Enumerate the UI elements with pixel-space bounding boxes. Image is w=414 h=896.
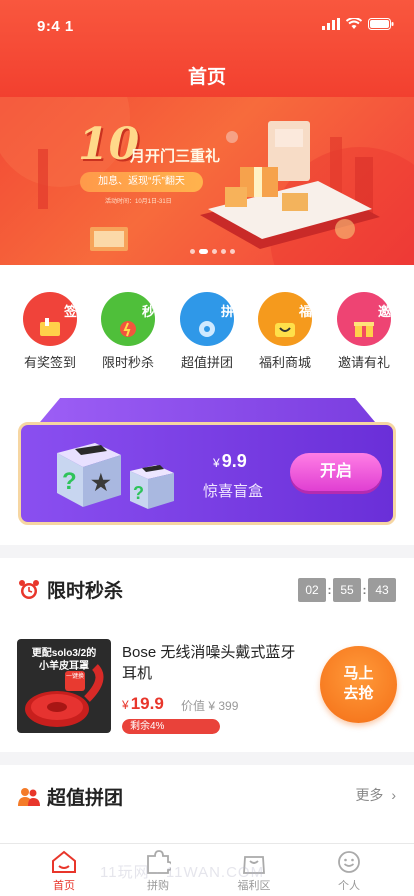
banner-illustration [0, 97, 414, 265]
tab-label: 首页 [53, 880, 75, 892]
stock-text: 剩余4% [130, 721, 165, 732]
product-name[interactable]: Bose 无线消噪头戴式蓝牙耳机 [122, 642, 308, 684]
chevron-right-icon: › [391, 787, 396, 803]
quick-link-label: 有奖签到 [23, 355, 76, 370]
flash-sale-header: 限时秒杀 [18, 576, 123, 603]
people-icon [18, 787, 40, 806]
welfare-mall-icon: 福利 [258, 292, 312, 346]
more-label: 更多 [355, 787, 384, 803]
pagination-dot [212, 249, 217, 254]
banner-pagination [190, 249, 235, 254]
status-time: 9:4 1 [37, 18, 74, 35]
home-icon [52, 850, 76, 873]
more-link[interactable]: 更多 › [355, 785, 396, 805]
quick-link-invite[interactable]: 邀请 邀请有礼 [327, 292, 401, 371]
currency-symbol: ¥ [122, 698, 129, 712]
smiley-icon [338, 851, 360, 873]
promo-banner[interactable]: 10 月开门三重礼 加息、返现“乐”翻天 活动时间：10月1日-31日 [0, 97, 414, 265]
quick-links: 签到 有奖签到 秒杀 限时秒杀 拼团 超值拼团 福利 福利商城 邀请 邀请有礼 [0, 265, 414, 380]
battery-icon [368, 18, 394, 30]
blind-box-price: ¥9.9 [213, 451, 247, 472]
tab-profile[interactable]: 个人 [314, 849, 384, 893]
svg-text:?: ? [62, 468, 77, 495]
tab-label: 福利区 [237, 880, 271, 892]
countdown-hours: 02 [298, 578, 326, 602]
group-buy-icon: 拼团 [180, 292, 234, 346]
quick-link-flash-sale[interactable]: 秒杀 限时秒杀 [91, 292, 165, 371]
status-bar: 9:4 1 [0, 0, 414, 50]
product-image[interactable]: 更配solo3/2的 小羊皮耳罩 一键换 [17, 639, 111, 733]
tab-label: 个人 [338, 880, 360, 892]
banner-subtitle: 加息、返现“乐”翻天 [80, 172, 203, 192]
quick-link-label: 超值拼团 [180, 355, 233, 370]
header: 9:4 1 首页 [0, 0, 414, 97]
stock-progress-bar: 剩余4% [122, 719, 220, 734]
banner-title: 月开门三重礼 [130, 148, 221, 165]
tab-bar: 首页 拼购 福利区 个人 [0, 843, 414, 896]
pagination-dot [230, 249, 235, 254]
mystery-box-icon: ? ★ [57, 443, 121, 507]
open-blind-box-button[interactable]: 开启 [290, 453, 382, 491]
tab-home[interactable]: 首页 [29, 849, 99, 893]
tab-group-purchase[interactable]: 拼购 [123, 849, 193, 893]
blind-box-name: 惊喜盲盒 [203, 483, 264, 500]
invite-icon: 邀请 [337, 292, 391, 346]
group-buy-header: 超值拼团 [18, 783, 123, 810]
quick-link-group-buy[interactable]: 拼团 超值拼团 [170, 292, 244, 371]
flash-sale-section: 限时秒杀 02 : 55 : 43 更配solo3/2的 小羊皮耳罩 一键换 B… [0, 558, 414, 752]
buy-now-label: 马上去抢 [343, 665, 374, 702]
blind-box-section: ? ★ ? ¥9.9 惊喜盲盒 开启 [0, 380, 414, 545]
quick-link-label: 限时秒杀 [101, 355, 154, 370]
signal-icon [322, 18, 340, 30]
banner-date: 活动时间：10月1日-31日 [105, 199, 172, 205]
sign-in-icon: 签到 [23, 292, 77, 346]
countdown-separator: : [327, 583, 332, 597]
page-title: 首页 [187, 67, 226, 88]
buy-now-button[interactable]: 马上去抢 [320, 646, 397, 723]
product-price-value: 19.9 [130, 694, 164, 713]
countdown-minutes: 55 [333, 578, 361, 602]
svg-text:★: ★ [91, 470, 111, 495]
status-icons [322, 18, 394, 30]
currency-symbol: ¥ [213, 456, 220, 470]
tab-welfare[interactable]: 福利区 [219, 849, 289, 893]
pagination-dot-active [199, 249, 208, 254]
tab-label: 拼购 [147, 880, 169, 892]
wifi-icon [346, 18, 362, 29]
mystery-box-small-icon: ? [130, 465, 174, 509]
quick-link-sign-in[interactable]: 签到 有奖签到 [13, 292, 87, 371]
quick-link-label: 邀请有礼 [337, 355, 390, 370]
group-buy-title: 超值拼团 [47, 788, 124, 809]
quick-link-welfare-mall[interactable]: 福利 福利商城 [248, 292, 322, 371]
flash-sale-icon: 秒杀 [101, 292, 155, 346]
svg-text:?: ? [133, 483, 144, 503]
blind-box-top-edge [40, 398, 375, 422]
shopping-bag-icon [243, 856, 265, 874]
alarm-clock-icon [19, 579, 39, 599]
pagination-dot [190, 249, 195, 254]
product-price: ¥19.9 [122, 694, 164, 714]
countdown-seconds: 43 [368, 578, 396, 602]
countdown-separator: : [362, 583, 367, 597]
pagination-dot [221, 249, 226, 254]
blind-box-price-value: 9.9 [221, 451, 247, 471]
blind-box-card[interactable]: ? ★ ? ¥9.9 惊喜盲盒 开启 [18, 422, 396, 525]
countdown-timer: 02 : 55 : 43 [298, 578, 396, 602]
puzzle-icon [147, 850, 171, 874]
quick-link-label: 福利商城 [258, 355, 311, 370]
product-original-price: 价值 ¥ 399 [181, 699, 239, 713]
flash-sale-title: 限时秒杀 [47, 581, 124, 602]
headphone-image [25, 664, 104, 727]
